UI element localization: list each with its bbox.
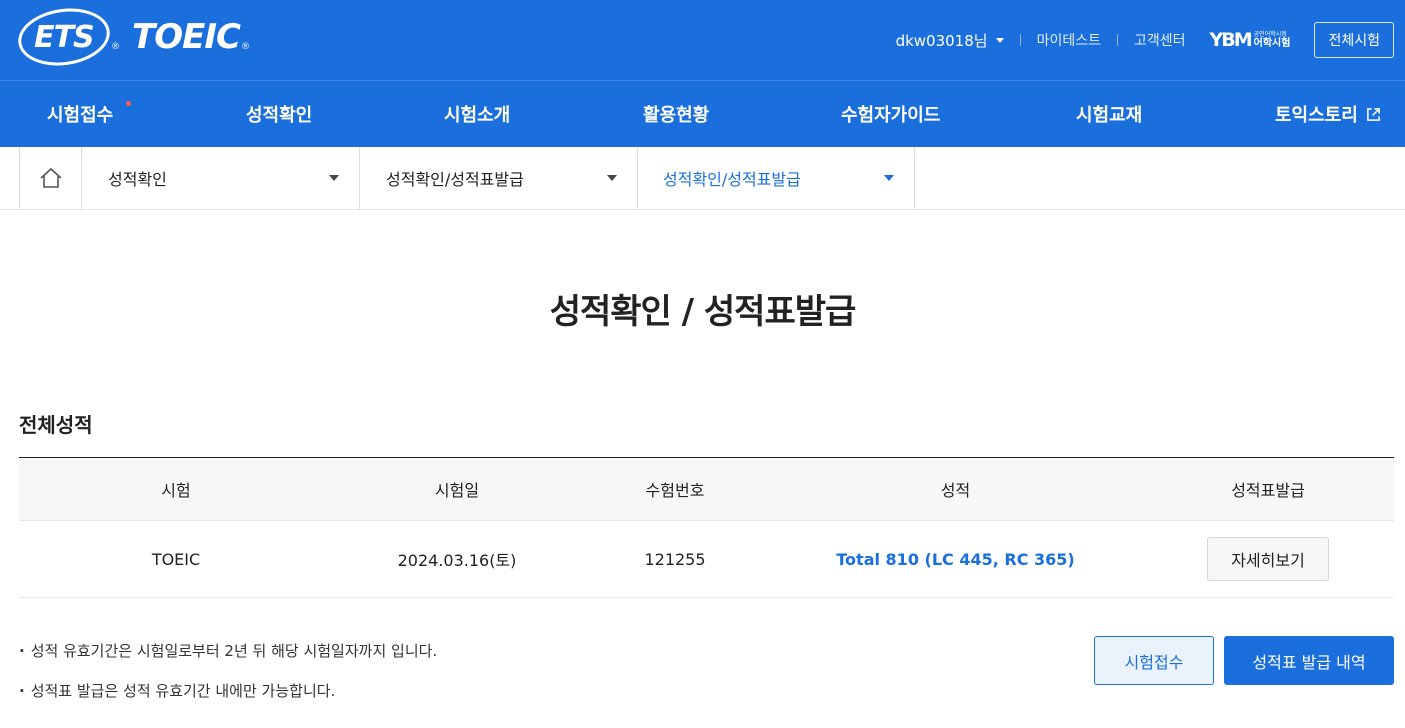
nav-item-label: 토익스토리	[1275, 105, 1358, 126]
nav-item-label: 시험교재	[1076, 105, 1143, 126]
registered-mark: ®	[111, 42, 120, 52]
nav-item-label: 시험소개	[444, 105, 511, 126]
column-header: 시험일	[333, 457, 581, 521]
nav-item-label: 성적확인	[246, 105, 313, 126]
home-icon	[39, 167, 62, 188]
username-label: dkw03018님	[895, 31, 988, 50]
score-link[interactable]: Total 810 (LC 445, RC 365)	[836, 550, 1074, 569]
page-title: 성적확인 / 성적표발급	[549, 292, 857, 332]
ybm-logo-text: 공인어학시험 어학시험	[1253, 30, 1291, 49]
chevron-down-icon	[329, 175, 339, 181]
column-header: 수험번호	[581, 457, 769, 521]
support-link[interactable]: 고객센터	[1134, 30, 1186, 50]
ets-toeic-logo[interactable]: ETS ® TOEIC ®	[14, 2, 250, 72]
breadcrumb-label: 성적확인/성적표발급	[663, 170, 801, 189]
section-title: 전체성적	[19, 413, 93, 437]
view-details-button[interactable]: 자세히보기	[1207, 537, 1329, 581]
new-indicator-dot	[126, 101, 131, 106]
breadcrumb-dropdown-2[interactable]: 성적확인/성적표발급	[360, 147, 638, 209]
nav-item-label: 수험자가이드	[841, 105, 941, 126]
external-link-icon	[1366, 107, 1380, 121]
nav-item-label: 시험접수	[47, 105, 114, 126]
nav-item-usage[interactable]: 활용현황	[643, 81, 709, 147]
column-header: 시험	[19, 457, 333, 521]
nav-item-score[interactable]: 성적확인	[246, 81, 312, 147]
nav-item-guide[interactable]: 수험자가이드	[841, 81, 940, 147]
user-menu[interactable]: dkw03018님	[896, 30, 1004, 51]
mytest-link[interactable]: 마이테스트	[1037, 30, 1101, 50]
top-header: ETS ® TOEIC ® dkw03018님 마이테스트 고객센터 YBM 공…	[0, 0, 1405, 80]
registered-mark-2: ®	[240, 42, 250, 52]
table-header-row: 시험 시험일 수험번호 성적 성적표발급	[19, 457, 1394, 521]
ybm-logo-main: 어학시험	[1253, 37, 1291, 49]
score-table: 시험 시험일 수험번호 성적 성적표발급 TOEIC 2024.03.16(토)…	[19, 457, 1394, 598]
table-row: TOEIC 2024.03.16(토) 121255 Total 810 (LC…	[19, 520, 1394, 598]
date-cell: 2024.03.16(토)	[333, 520, 581, 598]
number-cell: 121255	[581, 520, 769, 598]
score-cell: Total 810 (LC 445, RC 365)	[769, 520, 1142, 598]
breadcrumb: 성적확인 성적확인/성적표발급 성적확인/성적표발급	[0, 147, 1405, 210]
nav-item-intro[interactable]: 시험소개	[444, 81, 510, 147]
nav-item-label: 활용현황	[643, 105, 710, 126]
ybm-logo-small: 공인어학시험	[1253, 30, 1287, 38]
divider	[1019, 34, 1021, 46]
exam-apply-button[interactable]: 시험접수	[1094, 636, 1214, 685]
column-header: 성적	[769, 457, 1142, 521]
nav-item-books[interactable]: 시험교재	[1076, 81, 1142, 147]
chevron-down-icon	[995, 37, 1004, 43]
ets-logo-text: ETS	[34, 19, 94, 55]
ybm-logo[interactable]: YBM 공인어학시험 어학시험	[1210, 29, 1291, 51]
notice-list: 성적 유효기간은 시험일로부터 2년 뒤 해당 시험일자까지 입니다. 성적표 …	[19, 638, 438, 718]
divider	[1116, 34, 1118, 46]
action-cell: 자세히보기	[1142, 520, 1394, 598]
ets-logo-mark: ETS	[14, 2, 114, 72]
ybm-logo-mark: YBM	[1209, 29, 1253, 51]
main-nav: 시험접수 성적확인 시험소개 활용현황 수험자가이드 시험교재 토익스토리	[0, 80, 1405, 147]
chevron-down-icon	[607, 175, 617, 181]
notice-item: 성적 유효기간은 시험일로부터 2년 뒤 해당 시험일자까지 입니다.	[19, 638, 438, 678]
issue-history-button[interactable]: 성적표 발급 내역	[1224, 636, 1394, 685]
breadcrumb-dropdown-1[interactable]: 성적확인	[82, 147, 360, 209]
home-button[interactable]	[19, 147, 82, 209]
exam-cell: TOEIC	[19, 520, 333, 598]
breadcrumb-label: 성적확인	[108, 170, 167, 189]
breadcrumb-dropdown-3[interactable]: 성적확인/성적표발급	[637, 147, 915, 209]
chevron-down-icon	[884, 175, 894, 181]
breadcrumb-label: 성적확인/성적표발급	[386, 170, 524, 189]
column-header: 성적표발급	[1142, 457, 1394, 521]
all-exams-button[interactable]: 전체시험	[1314, 22, 1394, 58]
utility-menu: dkw03018님 마이테스트 고객센터 YBM 공인어학시험 어학시험 전체시…	[896, 22, 1394, 58]
nav-item-exam-apply[interactable]: 시험접수	[47, 81, 113, 147]
toeic-logo-text: TOEIC	[132, 17, 241, 57]
nav-item-story[interactable]: 토익스토리	[1275, 81, 1381, 147]
notice-item: 성적표 발급은 성적 유효기간 내에만 가능합니다.	[19, 678, 437, 718]
